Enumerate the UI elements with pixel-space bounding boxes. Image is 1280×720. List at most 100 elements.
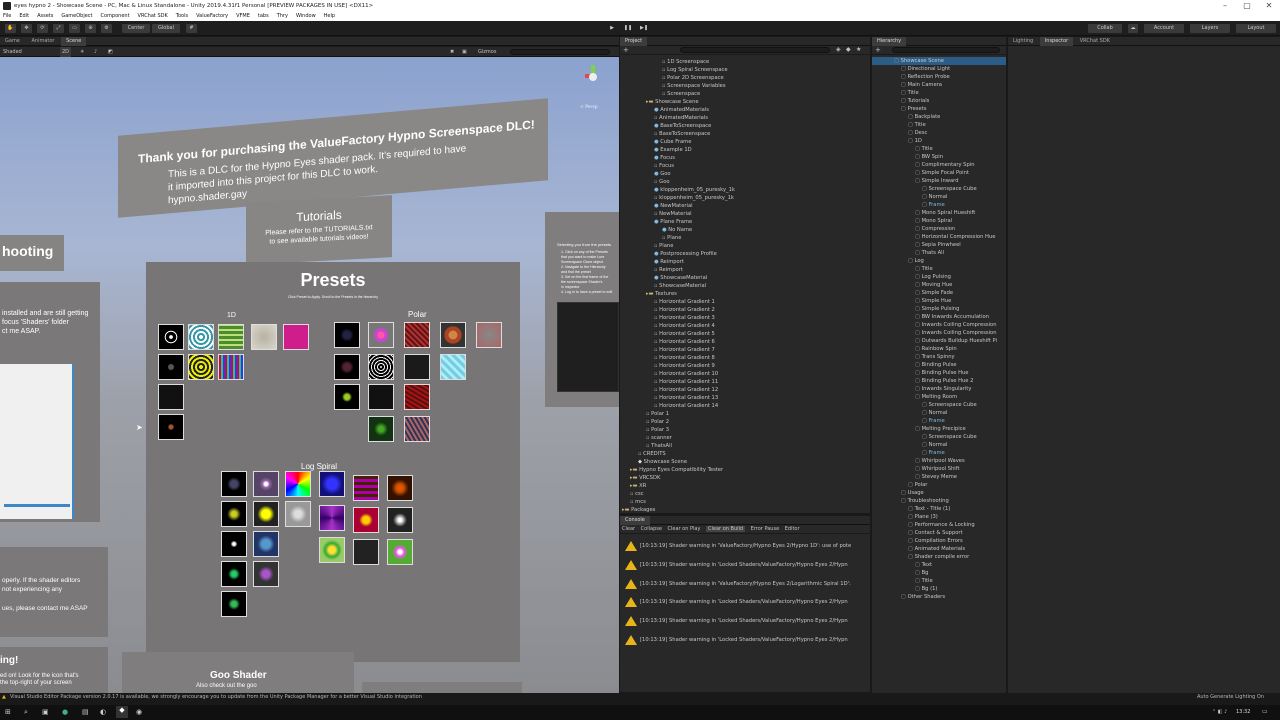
hierarchy-item[interactable]: ▢ Screenspace Cube — [872, 401, 1006, 409]
preset-polar-2-thumb[interactable] — [368, 322, 394, 348]
project-item[interactable]: ▫ Horizontal Gradient 11 — [620, 378, 870, 386]
menu-thry[interactable]: Thry — [277, 12, 288, 21]
obs-icon[interactable]: ◉ — [136, 708, 142, 716]
collab-button[interactable]: Collab — [1088, 24, 1122, 33]
hand-tool-icon[interactable]: ✋ — [5, 24, 16, 33]
project-item[interactable]: ▫ Plane — [620, 242, 870, 250]
hierarchy-item[interactable]: ▢ Reflection Probe — [872, 73, 1006, 81]
hierarchy-item[interactable]: ▢ Other Shaders — [872, 593, 1006, 601]
menu-tools[interactable]: Tools — [176, 12, 188, 21]
project-item[interactable]: ▫ Horizontal Gradient 10 — [620, 370, 870, 378]
tab-project[interactable]: Project — [620, 37, 648, 46]
status-message[interactable]: Visual Studio Editor Package version 2.0… — [10, 694, 422, 700]
project-item[interactable]: ▫ Polar 3 — [620, 426, 870, 434]
camera-icon[interactable]: ▣ — [462, 47, 467, 57]
hierarchy-item[interactable]: ▢ Simple Fade — [872, 289, 1006, 297]
hierarchy-create-plus-icon[interactable]: + — [875, 46, 881, 54]
project-item[interactable]: ▫ Horizontal Gradient 6 — [620, 338, 870, 346]
project-item[interactable]: ▫ Horizontal Gradient 3 — [620, 314, 870, 322]
hierarchy-item[interactable]: ▢ Compilation Errors — [872, 537, 1006, 545]
project-item[interactable]: ▫ CREDITS — [620, 450, 870, 458]
minimize-button[interactable]: – — [1214, 0, 1236, 12]
hierarchy-item[interactable]: ▢ Mono Spiral — [872, 217, 1006, 225]
project-item[interactable]: ● Plane Frame — [620, 218, 870, 226]
project-item[interactable]: ● Cube Frame — [620, 138, 870, 146]
hierarchy-item[interactable]: ▢ Plane (3) — [872, 513, 1006, 521]
menu-component[interactable]: Component — [101, 12, 130, 21]
project-item[interactable]: ● Reimport — [620, 258, 870, 266]
hierarchy-item[interactable]: ▢ Thats All — [872, 249, 1006, 257]
console-clear-button[interactable]: Clear — [622, 526, 635, 532]
preset-log-15-thumb[interactable] — [319, 537, 345, 563]
project-item[interactable]: ▸▬ Hypno Eyes Compatibility Tester — [620, 466, 870, 474]
preset-log-13-thumb[interactable] — [221, 531, 247, 557]
hierarchy-item[interactable]: ▢ BW Inwards Accumulation — [872, 313, 1006, 321]
scene-view[interactable]: < Persp Thank you for purchasing the Val… — [0, 57, 619, 693]
preset-polar-6-thumb[interactable] — [334, 354, 360, 380]
hierarchy-search-input[interactable] — [892, 47, 1000, 53]
hierarchy-item[interactable]: ▢ Melting Precipice — [872, 425, 1006, 433]
project-item[interactable]: ▸▬ Textures — [620, 290, 870, 298]
hierarchy-item[interactable]: ▢ Backplate — [872, 113, 1006, 121]
project-item[interactable]: ▫ ThatsAll — [620, 442, 870, 450]
hierarchy-item[interactable]: ▢ Complimentary Spin — [872, 161, 1006, 169]
hierarchy-item[interactable]: ▢ Shader compile error — [872, 553, 1006, 561]
project-item[interactable]: ▫ scanner — [620, 434, 870, 442]
chrome-icon[interactable]: ● — [62, 708, 68, 716]
project-item[interactable]: ● ShowcaseMaterial — [620, 274, 870, 282]
console-warning-row[interactable]: [10:13:19] Shader warning in 'ValueFacto… — [622, 537, 868, 555]
console-warning-row[interactable]: [10:13:19] Shader warning in 'Locked Sha… — [622, 556, 868, 574]
console-warning-row[interactable]: [10:13:19] Shader warning in 'Locked Sha… — [622, 612, 868, 630]
hierarchy-item[interactable]: ▢ Frame — [872, 449, 1006, 457]
unity-taskbar-icon[interactable]: ◆ — [116, 706, 128, 718]
menu-help[interactable]: Help — [324, 12, 335, 21]
project-item[interactable]: ▫ Horizontal Gradient 12 — [620, 386, 870, 394]
hierarchy-item[interactable]: ▢ Binding Pulse Hue 2 — [872, 377, 1006, 385]
preset-polar-5-thumb[interactable] — [476, 322, 502, 348]
preset-horizontal-compression-thumb[interactable] — [218, 354, 244, 380]
hierarchy-item[interactable]: ▢ Directional Light — [872, 65, 1006, 73]
account-dropdown[interactable]: Account — [1144, 24, 1184, 33]
project-item[interactable]: ● Example 1D — [620, 146, 870, 154]
project-item[interactable]: ▫ kloppenheim_05_puresky_1k — [620, 194, 870, 202]
hierarchy-item[interactable]: ▢ Text — [872, 561, 1006, 569]
preset-log-11-thumb[interactable] — [353, 507, 379, 533]
preset-compression-thumb[interactable] — [188, 354, 214, 380]
project-item[interactable]: ▫ Screenspace — [620, 90, 870, 98]
hierarchy-item[interactable]: ▢ Melting Room — [872, 393, 1006, 401]
tab-hierarchy[interactable]: Hierarchy — [872, 37, 907, 46]
project-item[interactable]: ▫ Horizontal Gradient 2 — [620, 306, 870, 314]
hierarchy-item[interactable]: ▢ Inwards Singularity — [872, 385, 1006, 393]
notifications-icon[interactable]: ▭ — [1262, 708, 1268, 715]
menu-assets[interactable]: Assets — [37, 12, 53, 21]
hierarchy-item[interactable]: ▢ Simple Pulsing — [872, 305, 1006, 313]
close-button[interactable]: ✕ — [1258, 0, 1280, 12]
project-item[interactable]: ▫ Polar 2D Screenspace — [620, 74, 870, 82]
preset-polar-1-thumb[interactable] — [334, 322, 360, 348]
gizmos-dropdown[interactable]: Gizmos — [478, 47, 496, 57]
hierarchy-item[interactable]: ▢ Trans Spinny — [872, 353, 1006, 361]
hierarchy-item[interactable]: ▢ Screenspace Cube — [872, 433, 1006, 441]
preset-log-5-thumb[interactable] — [353, 475, 379, 501]
project-item[interactable]: ▫ Horizontal Gradient 14 — [620, 402, 870, 410]
project-item[interactable]: ▫ Horizontal Gradient 9 — [620, 362, 870, 370]
tab-lighting[interactable]: Lighting — [1008, 37, 1038, 46]
project-item[interactable]: ▫ BaseToScreenspace — [620, 130, 870, 138]
project-item[interactable]: ▫ csc — [620, 490, 870, 498]
hierarchy-item[interactable]: ▢ Inwards Coiling Compression — [872, 329, 1006, 337]
hierarchy-item[interactable]: ▢ Simple Inward — [872, 177, 1006, 185]
pivot-global-button[interactable]: Global — [152, 24, 180, 33]
console-editor-dropdown[interactable]: Editor — [785, 526, 800, 532]
menu-vfme[interactable]: VFME — [236, 12, 250, 21]
hierarchy-item[interactable]: ▢ Title — [872, 577, 1006, 585]
hierarchy-item[interactable]: ▢ Animated Materials — [872, 545, 1006, 553]
preset-log-12-thumb[interactable] — [387, 507, 413, 533]
project-item[interactable]: ▫ Screenspace Variables — [620, 82, 870, 90]
hierarchy-item[interactable]: ▢ Rainbow Spin — [872, 345, 1006, 353]
project-item[interactable]: ● NewMaterial — [620, 202, 870, 210]
hierarchy-item[interactable]: ▢ Sepia Pinwheel — [872, 241, 1006, 249]
project-item[interactable]: ● kloppenheim_05_puresky_1k — [620, 186, 870, 194]
preset-log-19-thumb[interactable] — [253, 561, 279, 587]
preset-simple-inward-thumb[interactable] — [251, 324, 277, 350]
project-item[interactable]: ▫ 1D Screenspace — [620, 58, 870, 66]
